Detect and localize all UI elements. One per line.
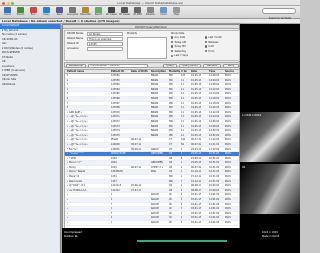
filter-panel: DICOM Nodes All Nodes Patient Name This … xyxy=(64,30,240,61)
toolbar-button-import[interactable]: Import xyxy=(2,7,13,18)
accession-label: Accession xyxy=(67,47,79,50)
window-title: Local Database — OsiriX Data/Database.sq… xyxy=(117,1,183,5)
image-viewer[interactable]: 1.2.840.113619 CR xyxy=(240,24,300,253)
radio-icon xyxy=(205,50,208,53)
xray-image-2[interactable] xyxy=(240,164,300,214)
radio-icon xyxy=(171,54,174,58)
info-position: Position: RL xyxy=(64,235,78,238)
info-size: 1024 × 1024 xyxy=(262,231,278,234)
zoom-icon[interactable] xyxy=(11,1,14,5)
info-made: Made in OsiriX xyxy=(262,235,280,238)
toolbar-button-label: Import xyxy=(3,13,12,16)
minimize-icon[interactable] xyxy=(6,1,10,5)
toolbar-button-meta-data[interactable]: Meta-Data xyxy=(80,7,91,18)
date-option[interactable]: Today PM xyxy=(171,45,186,48)
main-window: Local Database — OsiriX Data/Database.sq… xyxy=(0,0,300,253)
table-cell: 7 xyxy=(111,221,113,224)
radio-icon xyxy=(171,45,174,48)
toolbar: Search by All Fields Import Export Burn Que… xyxy=(0,6,300,20)
patient-id-input[interactable]: 12345 xyxy=(87,42,123,46)
table-row[interactable]: • 7 RACOM XC 1 03-01-15 12:01:00 PACS xyxy=(65,221,239,226)
table-cell: PACS xyxy=(225,221,231,224)
patient-name-label: Patient Name xyxy=(67,37,84,40)
toolbar-button-label: Anonymize xyxy=(67,13,78,16)
date-option[interactable]: Yesterday xyxy=(171,50,186,53)
date-option[interactable]: Until xyxy=(205,45,214,48)
nodes-select[interactable]: All Nodes xyxy=(87,32,123,36)
toolbar-button-2d-viewer[interactable]: 2D Viewer xyxy=(106,7,117,18)
toolbar-button-label: Send xyxy=(56,13,63,16)
radio-icon xyxy=(205,40,208,44)
table-cell: 12:01:00 xyxy=(209,221,220,224)
toolbar-button-send[interactable]: Send xyxy=(54,7,65,18)
toolbar-button-label: Query xyxy=(43,13,50,16)
modality-list[interactable] xyxy=(127,37,167,59)
waveform xyxy=(137,240,227,242)
toolbar-button-label: 3D MPR xyxy=(133,13,142,16)
retrieve-button[interactable]: Retrieve xyxy=(203,63,221,68)
patient-id-label: Patient ID xyxy=(67,42,79,45)
server-select[interactable]: The Computer - OsiriX11 xyxy=(88,63,148,68)
toolbar-button-label: Meta-Data xyxy=(80,13,91,16)
table-cell: 03-01-15 xyxy=(191,221,202,224)
date-option[interactable]: Last month xyxy=(205,36,222,39)
query-bar: Retrieve list The Computer - OsiriX11 Qu… xyxy=(64,62,240,68)
sources-sidebar: Local Default ▾ My Albums No name (1 seri… xyxy=(0,24,61,253)
date-option[interactable]: Today AM xyxy=(171,41,186,44)
viewer-info-bar: Uncompressed Position: RL 1024 × 1024 Ma… xyxy=(62,228,279,253)
toolbar-button-label: 4D Viewer xyxy=(119,13,130,16)
viewer-overlay-mid: CR xyxy=(242,166,246,169)
viewer-overlay-top: 1.2.840.113619 xyxy=(242,114,262,117)
date-option[interactable]: Between xyxy=(205,41,219,44)
date-option[interactable]: From xyxy=(205,50,214,53)
toolbar-button-help[interactable]: Help xyxy=(171,7,182,18)
toolbar-button-3d-mpr[interactable]: 3D MPR xyxy=(132,7,143,18)
date-option[interactable]: Last 7 days xyxy=(171,54,188,57)
radio-icon xyxy=(205,36,208,39)
radio-icon xyxy=(171,40,174,44)
toolbar-button-rotation[interactable]: Rotation xyxy=(145,7,156,18)
info-compression: Uncompressed xyxy=(64,231,82,234)
toolbar-button-label: Cloud xyxy=(160,13,167,16)
retrieve-list-button[interactable]: Retrieve list xyxy=(66,63,86,68)
search-field[interactable]: Search by All Fields xyxy=(262,8,296,20)
nodes-label: DICOM Nodes xyxy=(67,32,84,35)
accession-input[interactable] xyxy=(87,47,123,51)
date-option[interactable]: Any date xyxy=(171,36,185,39)
toolbar-button-anonymize[interactable]: Anonymize xyxy=(67,7,78,18)
radio-icon xyxy=(171,36,174,39)
toolbar-button-label: Export xyxy=(16,13,25,16)
toolbar-button-label: Report xyxy=(94,13,103,16)
table-cell: 1 xyxy=(181,221,183,224)
query-button[interactable]: Query xyxy=(163,63,177,68)
radio-icon xyxy=(171,50,174,53)
toolbar-button-label: 2D Viewer xyxy=(106,13,117,16)
toolbar-button-report[interactable]: Report xyxy=(93,7,104,18)
results-table: Patient name Patient ID Date of Birth Descr… xyxy=(64,69,240,245)
modality-label: Modality xyxy=(127,32,138,35)
toolbar-button-query[interactable]: Query xyxy=(41,7,52,18)
toolbar-button-label: Rotation xyxy=(145,13,156,16)
xray-image[interactable] xyxy=(240,112,300,162)
verify-button[interactable]: Verify xyxy=(223,63,239,68)
toolbar-button-export[interactable]: Export xyxy=(15,7,26,18)
toolbar-button-cloud[interactable]: Cloud xyxy=(158,7,169,18)
table-cell: XC xyxy=(169,221,173,224)
query-dialog: DICOM Query/Retrieve DICOM Nodes All Nod… xyxy=(62,24,240,253)
query-period-button[interactable]: Query Period xyxy=(179,63,201,68)
toolbar-button-4d-viewer[interactable]: 4D Viewer xyxy=(119,7,130,18)
table-cell: • xyxy=(67,221,69,224)
table-cell: RACOM xyxy=(151,221,160,224)
radio-icon xyxy=(205,45,208,48)
toolbar-button-burn[interactable]: Burn xyxy=(28,7,39,18)
close-icon[interactable] xyxy=(2,1,5,5)
dialog-title: DICOM Query/Retrieve xyxy=(63,25,239,29)
patient-name-input[interactable]: This is an example xyxy=(87,37,123,41)
source-item[interactable]: XR-000-A1 xyxy=(0,83,60,88)
toolbar-button-label: Burn xyxy=(30,13,37,16)
toolbar-button-label: Help xyxy=(174,13,179,16)
